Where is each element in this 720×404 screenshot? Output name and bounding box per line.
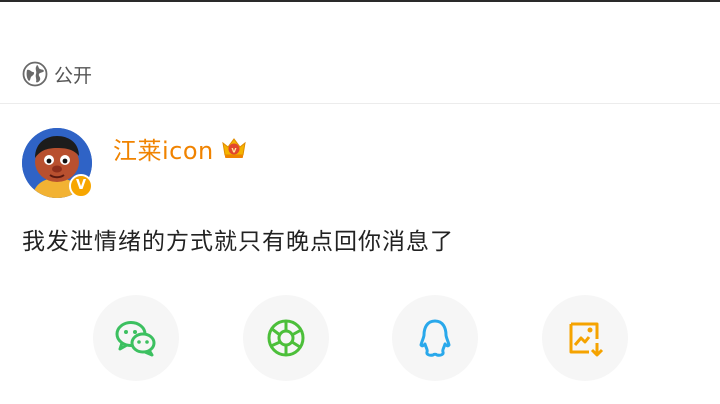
top-border <box>0 0 720 2</box>
share-save-image-button[interactable] <box>542 295 628 381</box>
post-text[interactable]: 我发泄情绪的方式就只有晚点回你消息了 <box>22 222 454 256</box>
avatar[interactable]: V <box>22 128 93 198</box>
moments-icon <box>267 319 305 357</box>
svg-text:v: v <box>231 146 237 155</box>
save-image-icon <box>569 322 604 357</box>
qq-icon <box>419 319 451 357</box>
share-qq-button[interactable] <box>392 295 478 381</box>
share-moments-button[interactable] <box>243 295 329 381</box>
verified-badge: V <box>69 174 93 198</box>
wechat-icon <box>115 321 156 357</box>
post-meta-placeholder <box>113 176 163 188</box>
visibility-indicator[interactable]: 公开 <box>22 60 92 88</box>
divider <box>0 103 720 104</box>
share-bar <box>0 295 720 381</box>
share-wechat-button[interactable] <box>93 295 179 381</box>
visibility-label: 公开 <box>54 64 93 87</box>
globe-icon <box>22 61 48 87</box>
crown-vip-icon[interactable]: v <box>220 134 248 162</box>
author-row: 江莱icon v <box>113 128 248 168</box>
author-name[interactable]: 江莱icon <box>113 131 214 166</box>
